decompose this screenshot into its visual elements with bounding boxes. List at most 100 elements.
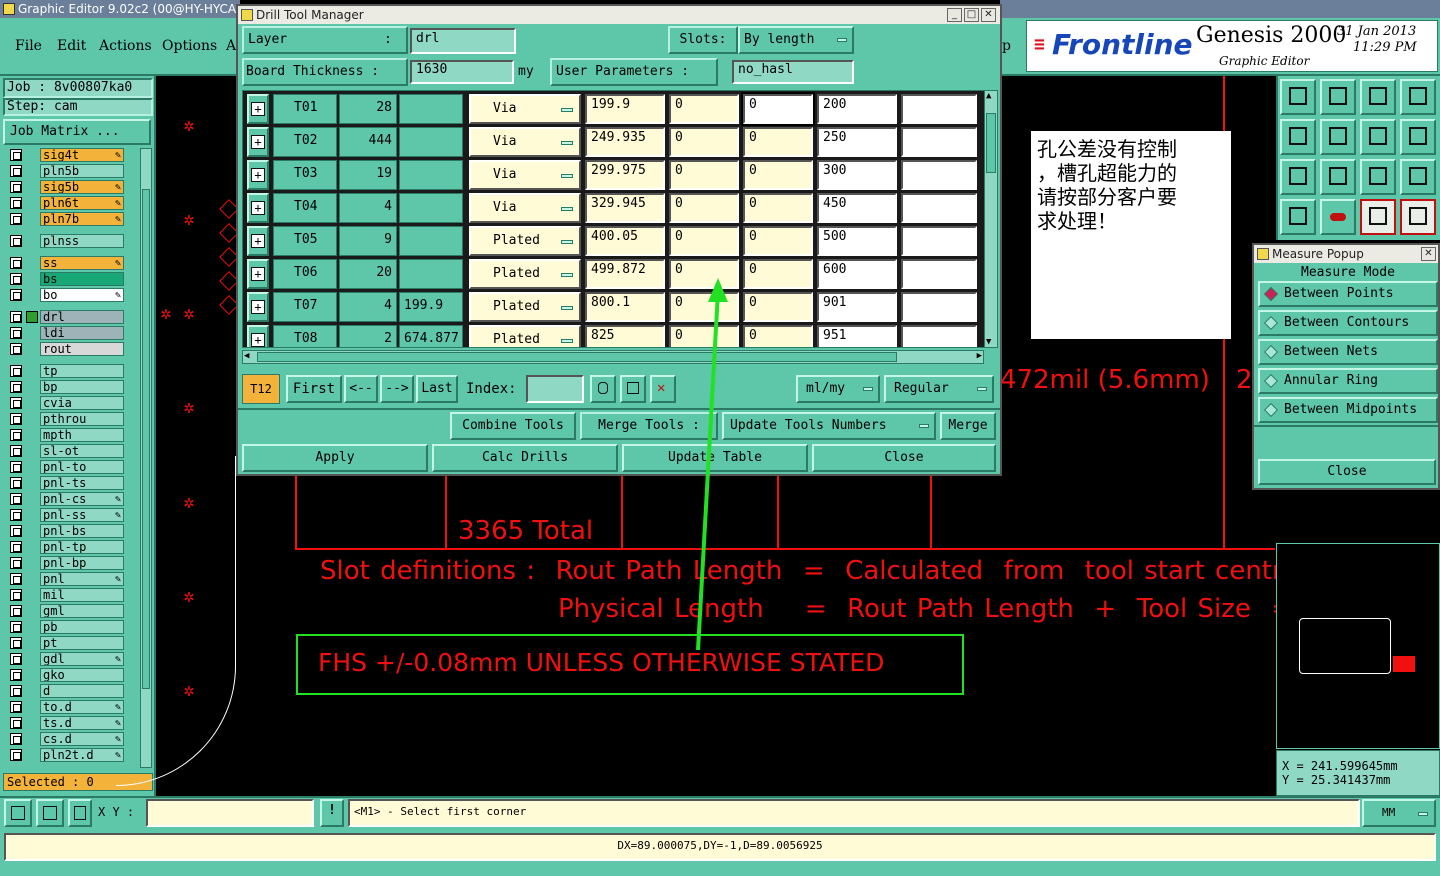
row-select-button[interactable]: + <box>247 193 269 223</box>
tool-finish-field[interactable]: 329.945 <box>585 193 665 223</box>
measure-mode-option[interactable]: Between Contours <box>1258 310 1438 336</box>
layer-row[interactable]: pnl-ss ✎ <box>6 508 124 522</box>
zoom-fit-button[interactable] <box>36 799 64 827</box>
close-button[interactable]: Close <box>812 444 996 472</box>
layer-name[interactable]: pnl-bs <box>40 524 124 538</box>
layer-checkbox[interactable] <box>10 557 22 569</box>
layer-row[interactable]: ts.d ✎ <box>6 716 124 730</box>
center-button[interactable] <box>1320 159 1356 195</box>
probe-button[interactable] <box>1320 199 1356 235</box>
layer-row[interactable]: pln7b ✎ <box>6 212 124 226</box>
layer-checkbox[interactable] <box>10 701 22 713</box>
zoom-window-button[interactable] <box>4 799 32 827</box>
tool-extra-field[interactable] <box>901 292 977 322</box>
tool-finish-field[interactable]: 800.1 <box>585 292 665 322</box>
move-left-button[interactable] <box>1280 119 1316 155</box>
tool-tol-m-field[interactable]: 0 <box>743 193 813 223</box>
menu-actions[interactable]: Actions <box>99 38 152 54</box>
layer-checkbox[interactable] <box>10 365 22 377</box>
row-select-button[interactable]: + <box>247 94 269 124</box>
layer-checkbox[interactable] <box>10 605 22 617</box>
layer-name[interactable]: cvia <box>40 396 124 410</box>
layer-checkbox[interactable] <box>10 493 22 505</box>
layer-checkbox[interactable] <box>10 669 22 681</box>
layer-name[interactable]: bp <box>40 380 124 394</box>
scale-button[interactable] <box>1360 159 1396 195</box>
tool-extra-field[interactable] <box>901 259 977 289</box>
layer-checkbox[interactable] <box>10 573 22 585</box>
tool-drill-field[interactable]: 901 <box>817 292 897 322</box>
first-button[interactable]: First <box>286 375 342 403</box>
layer-row[interactable]: to.d ✎ <box>6 700 124 714</box>
tool-tol-p-field[interactable]: 0 <box>669 193 739 223</box>
layer-row[interactable]: pnl-bp <box>6 556 124 570</box>
tool-type-dropdown[interactable]: Plated <box>469 292 581 322</box>
prev-button[interactable]: <-- <box>344 375 378 403</box>
layer-row[interactable]: pt <box>6 636 124 650</box>
tool-finish-field[interactable]: 249.935 <box>585 127 665 157</box>
tool-tool-cell[interactable]: T01 <box>273 94 337 124</box>
next-button[interactable]: --> <box>380 375 414 403</box>
layer-checkbox[interactable] <box>10 273 22 285</box>
layer-row[interactable]: mil <box>6 588 124 602</box>
row-select-button[interactable]: + <box>247 259 269 289</box>
menu-edit[interactable]: Edit <box>57 38 86 54</box>
layer-name[interactable]: ts.d ✎ <box>40 716 124 730</box>
layer-checkbox[interactable] <box>10 343 22 355</box>
layer-row[interactable]: bs <box>6 272 124 286</box>
layer-name[interactable]: tp <box>40 364 124 378</box>
layer-row[interactable]: ldi <box>6 326 124 340</box>
tool-type-dropdown[interactable]: Plated <box>469 259 581 289</box>
layer-name[interactable]: pnl-ts <box>40 476 124 490</box>
scroll-up-icon[interactable]: ▲ <box>986 91 991 101</box>
layer-checkbox[interactable] <box>10 197 22 209</box>
tool-drill-field[interactable]: 951 <box>817 325 897 347</box>
fit-button[interactable] <box>1280 159 1316 195</box>
layer-row[interactable]: cs.d ✎ <box>6 732 124 746</box>
tool-tol-p-field[interactable]: 0 <box>669 226 739 256</box>
tool-tol-m-field[interactable]: 0 <box>743 127 813 157</box>
layer-row[interactable]: sig5b ✎ <box>6 180 124 194</box>
layer-checkbox[interactable] <box>10 381 22 393</box>
layer-checkbox[interactable] <box>10 749 22 761</box>
layer-checkbox[interactable] <box>10 327 22 339</box>
layer-name[interactable]: bs <box>40 272 124 286</box>
tool-tol-m-field[interactable]: 0 <box>743 325 813 347</box>
layer-name[interactable]: pnl-ss ✎ <box>40 508 124 522</box>
layer-row[interactable]: bp <box>6 380 124 394</box>
measure-close-button[interactable]: Close <box>1258 459 1436 485</box>
layer-checkbox[interactable] <box>10 589 22 601</box>
layer-checkbox[interactable] <box>10 181 22 193</box>
layer-name[interactable]: sl-ot <box>40 444 124 458</box>
tool-tol-p-field[interactable]: 0 <box>669 94 739 124</box>
row-select-button[interactable]: + <box>247 325 269 347</box>
fill-layer-button[interactable] <box>1280 79 1316 115</box>
tool-tol-m-field[interactable]: 0 <box>743 259 813 289</box>
layer-row[interactable]: sl-ot <box>6 444 124 458</box>
user-params-field[interactable]: no_hasl <box>732 60 854 84</box>
delete-tool-button[interactable]: ✕ <box>650 375 676 403</box>
layer-row[interactable]: rout <box>6 342 124 356</box>
tool-tool-cell[interactable]: T05 <box>273 226 337 256</box>
layer-row[interactable]: cvia <box>6 396 124 410</box>
layer-name[interactable]: sig4t ✎ <box>40 148 124 162</box>
tool-finish-field[interactable]: 499.872 <box>585 259 665 289</box>
refresh-tool-button[interactable] <box>620 375 646 403</box>
measure-mode-option[interactable]: Between Midpoints <box>1258 397 1438 423</box>
tool-tol-m-field[interactable]: 0 <box>743 292 813 322</box>
mini-map[interactable] <box>1276 543 1440 749</box>
index-field[interactable] <box>526 375 584 403</box>
netlist-button[interactable] <box>1360 199 1396 235</box>
row-select-button[interactable]: + <box>247 292 269 322</box>
mode-dropdown[interactable]: Regular <box>884 375 994 403</box>
measure-close-window[interactable]: ✕ <box>1421 247 1436 261</box>
units-dropdown[interactable]: ml/my <box>796 375 880 403</box>
layer-name[interactable]: pnl-bp <box>40 556 124 570</box>
layer-name[interactable]: mpth <box>40 428 124 442</box>
layer-name[interactable]: pnl-cs ✎ <box>40 492 124 506</box>
layer-row[interactable]: ss ✎ <box>6 256 124 270</box>
layer-name[interactable]: gdl ✎ <box>40 652 124 666</box>
menu-fragment[interactable]: p <box>1002 38 1011 54</box>
grid-hscroll-thumb[interactable] <box>257 352 897 362</box>
tool-drill-field[interactable]: 600 <box>817 259 897 289</box>
